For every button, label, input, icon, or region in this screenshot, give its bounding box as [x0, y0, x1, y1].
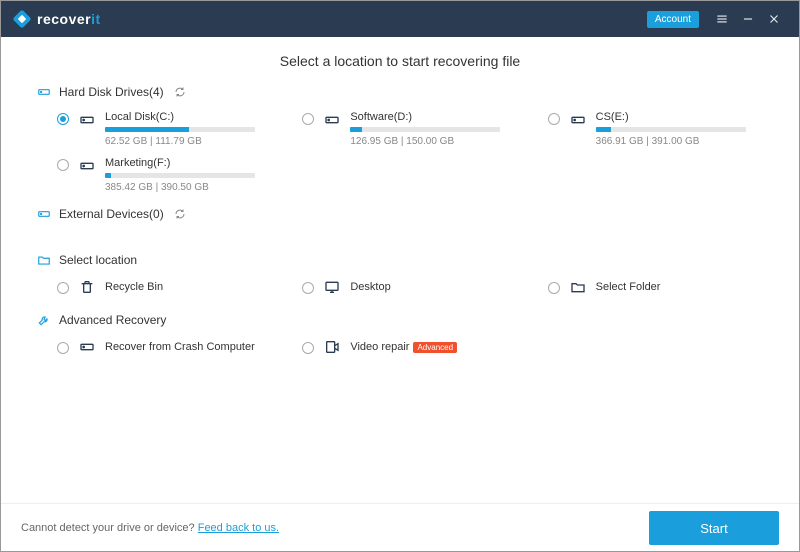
desktop-icon: [324, 279, 340, 295]
folder-icon: [570, 279, 586, 295]
section-select-location: Select location: [37, 253, 763, 267]
radio-button[interactable]: [302, 342, 314, 354]
location-label: Desktop: [350, 281, 390, 293]
app-logo: recoverit: [13, 10, 101, 28]
title-bar: recoverit Account: [1, 1, 799, 37]
wrench-icon: [37, 313, 51, 327]
menu-icon[interactable]: [709, 6, 735, 32]
minimize-icon[interactable]: [735, 6, 761, 32]
location-item[interactable]: Recycle Bin: [57, 279, 272, 295]
radio-button[interactable]: [57, 342, 69, 354]
video-icon: [324, 339, 340, 355]
radio-button[interactable]: [302, 113, 314, 125]
drive-size: 126.95 GB | 150.00 GB: [350, 136, 517, 147]
logo-icon: [13, 10, 31, 28]
drive-item[interactable]: Local Disk(C:) 62.52 GB | 111.79 GB: [57, 111, 272, 147]
drive-usage-bar: [105, 173, 255, 178]
location-label: Select Folder: [596, 281, 661, 293]
footer-text: Cannot detect your drive or device? Feed…: [21, 522, 279, 534]
external-device-icon: [37, 207, 51, 221]
drive-name: Local Disk(C:): [105, 111, 272, 123]
section-hard-disk-drives: Hard Disk Drives(4): [37, 85, 763, 99]
advanced-label: Video repairAdvanced: [350, 341, 457, 353]
close-icon[interactable]: [761, 6, 787, 32]
feedback-link[interactable]: Feed back to us.: [198, 522, 279, 534]
advanced-item[interactable]: Video repairAdvanced: [302, 339, 517, 355]
hdd-icon: [37, 85, 51, 99]
drives-grid: Local Disk(C:) 62.52 GB | 111.79 GB Softwa…: [37, 111, 763, 193]
computer-icon: [79, 339, 95, 355]
page-title: Select a location to start recovering fi…: [37, 53, 763, 69]
section-external-devices: External Devices(0): [37, 207, 763, 221]
section-label: Advanced Recovery: [59, 313, 166, 327]
drive-item[interactable]: Marketing(F:) 385.42 GB | 390.50 GB: [57, 157, 272, 193]
drive-name: CS(E:): [596, 111, 763, 123]
radio-button[interactable]: [548, 282, 560, 294]
radio-button[interactable]: [57, 282, 69, 294]
folder-section-icon: [37, 253, 51, 267]
advanced-label: Recover from Crash Computer: [105, 341, 255, 353]
advanced-grid: Recover from Crash Computer Video repairA…: [37, 339, 763, 355]
drive-item[interactable]: Software(D:) 126.95 GB | 150.00 GB: [302, 111, 517, 147]
section-label: Select location: [59, 253, 137, 267]
drive-size: 385.42 GB | 390.50 GB: [105, 182, 272, 193]
radio-button[interactable]: [302, 282, 314, 294]
drive-size: 62.52 GB | 111.79 GB: [105, 136, 272, 147]
drive-name: Marketing(F:): [105, 157, 272, 169]
advanced-item[interactable]: Recover from Crash Computer: [57, 339, 272, 355]
logo-text: recoverit: [37, 11, 101, 27]
main-content: Select a location to start recovering fi…: [1, 37, 799, 503]
refresh-icon[interactable]: [174, 86, 186, 98]
drive-usage-bar: [350, 127, 500, 132]
recycle-bin-icon: [79, 279, 95, 295]
footer: Cannot detect your drive or device? Feed…: [1, 503, 799, 552]
drive-usage-bar: [105, 127, 255, 132]
location-label: Recycle Bin: [105, 281, 163, 293]
disk-icon: [79, 112, 95, 128]
start-button[interactable]: Start: [649, 511, 779, 545]
location-item[interactable]: Desktop: [302, 279, 517, 295]
account-button[interactable]: Account: [647, 11, 699, 28]
section-label: Hard Disk Drives(4): [59, 85, 164, 99]
drive-name: Software(D:): [350, 111, 517, 123]
disk-icon: [324, 112, 340, 128]
radio-button[interactable]: [57, 113, 69, 125]
radio-button[interactable]: [57, 159, 69, 171]
location-item[interactable]: Select Folder: [548, 279, 763, 295]
radio-button[interactable]: [548, 113, 560, 125]
drive-item[interactable]: CS(E:) 366.91 GB | 391.00 GB: [548, 111, 763, 147]
disk-icon: [570, 112, 586, 128]
section-advanced-recovery: Advanced Recovery: [37, 313, 763, 327]
locations-grid: Recycle Bin Desktop Select Folder: [37, 279, 763, 295]
drive-size: 366.91 GB | 391.00 GB: [596, 136, 763, 147]
disk-icon: [79, 158, 95, 174]
advanced-badge: Advanced: [413, 342, 457, 353]
refresh-icon[interactable]: [174, 208, 186, 220]
drive-usage-bar: [596, 127, 746, 132]
section-label: External Devices(0): [59, 207, 164, 221]
